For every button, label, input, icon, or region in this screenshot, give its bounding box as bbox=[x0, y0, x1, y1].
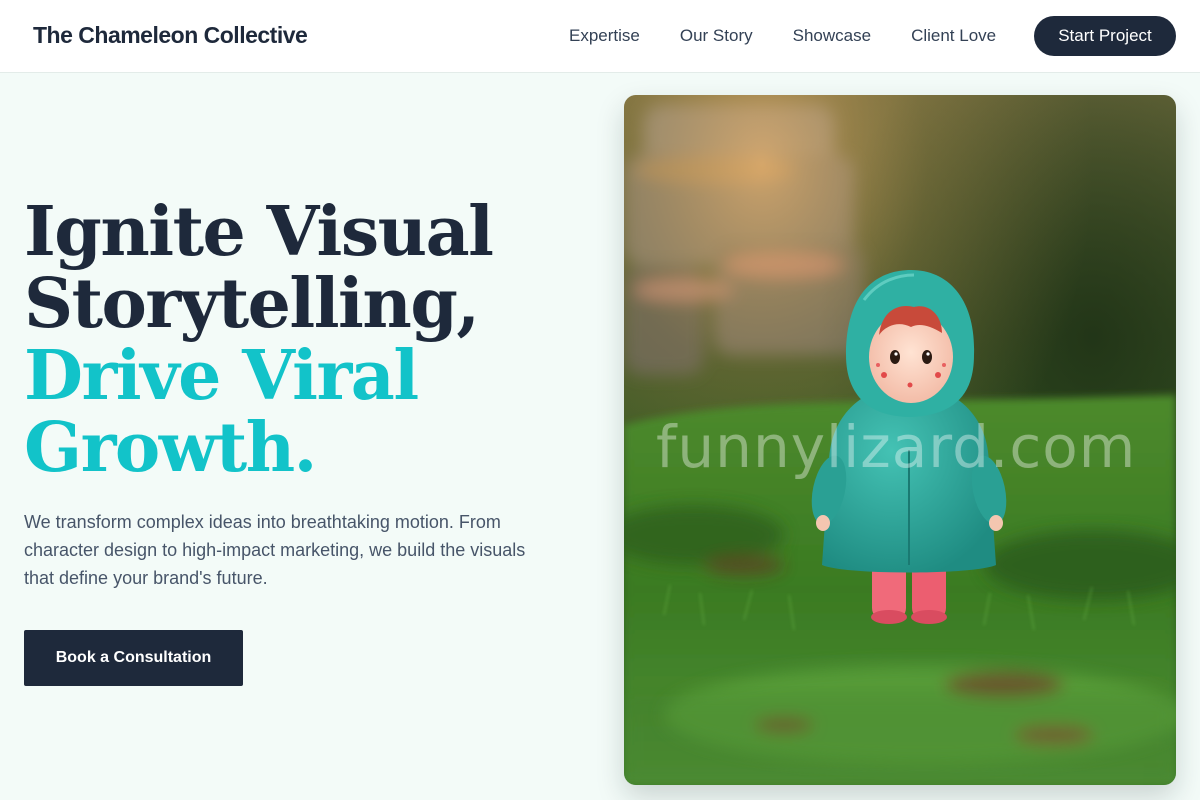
hero-title-line-2: Storytelling, bbox=[24, 264, 480, 344]
book-consultation-button[interactable]: Book a Consultation bbox=[24, 630, 243, 686]
hero-image: funnylizard.com bbox=[624, 95, 1176, 785]
brand-logo-text[interactable]: The Chameleon Collective bbox=[33, 22, 308, 49]
nav-link-showcase[interactable]: Showcase bbox=[793, 26, 871, 46]
image-watermark: funnylizard.com bbox=[656, 413, 1137, 481]
start-project-button[interactable]: Start Project bbox=[1034, 16, 1176, 56]
nav-link-our-story[interactable]: Our Story bbox=[680, 26, 753, 46]
hero-title-line-3: Drive Viral bbox=[24, 336, 419, 416]
hero-title-line-1: Ignite Visual bbox=[24, 192, 494, 272]
site-header: The Chameleon Collective Expertise Our S… bbox=[0, 0, 1200, 73]
nav-link-client-love[interactable]: Client Love bbox=[911, 26, 996, 46]
nav-link-expertise[interactable]: Expertise bbox=[569, 26, 640, 46]
hero-title: Ignite Visual Storytelling, Drive Viral … bbox=[24, 196, 604, 484]
hero-description: We transform complex ideas into breathta… bbox=[24, 512, 526, 588]
main-nav: Expertise Our Story Showcase Client Love bbox=[569, 0, 996, 72]
hero-title-line-4: Growth. bbox=[24, 408, 317, 488]
